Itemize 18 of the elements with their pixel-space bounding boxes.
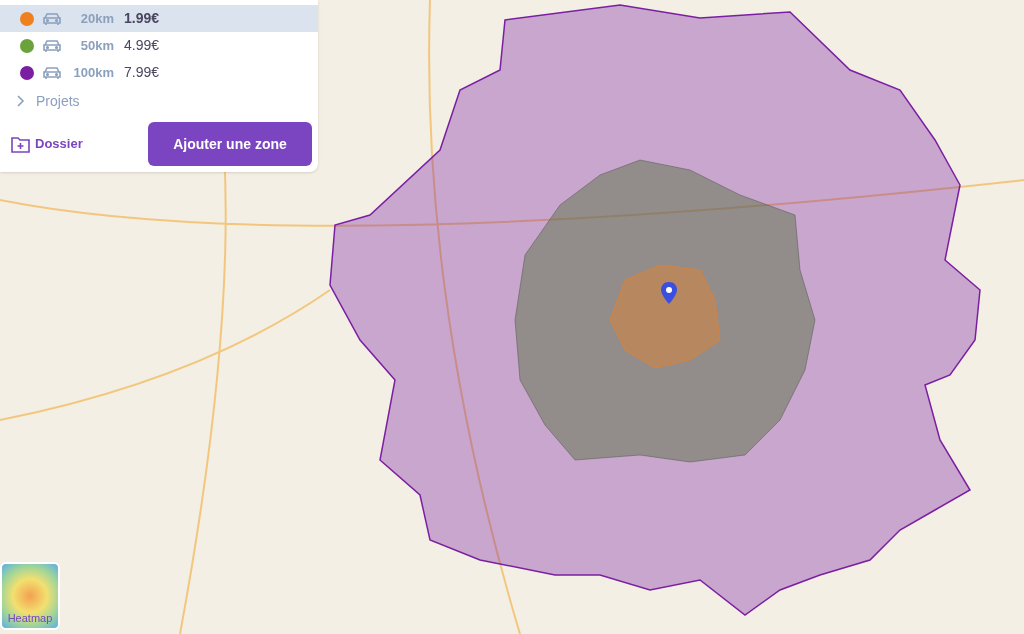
car-icon	[42, 11, 62, 26]
zone-distance: 100km	[72, 63, 114, 82]
add-zone-button[interactable]: Ajouter une zone	[148, 122, 312, 166]
car-icon	[42, 65, 62, 80]
zone-distance: 50km	[79, 36, 114, 55]
zone-row[interactable]: 20km 1.99€	[0, 5, 318, 32]
zone-price: 7.99€	[124, 63, 160, 82]
zone-row[interactable]: 50km 4.99€	[0, 32, 318, 59]
zone-price: 4.99€	[124, 36, 160, 55]
zone-distance: 20km	[79, 9, 114, 28]
map-pin-icon	[661, 282, 677, 304]
folder-button[interactable]: Dossier	[11, 134, 83, 154]
folder-plus-icon	[11, 135, 30, 153]
car-icon	[42, 38, 62, 53]
zone-price: 1.99€	[124, 9, 160, 28]
chevron-icon[interactable]	[16, 95, 26, 107]
heatmap-button[interactable]: Heatmap	[0, 562, 60, 630]
zone-row[interactable]: 100km 7.99€	[0, 59, 318, 86]
